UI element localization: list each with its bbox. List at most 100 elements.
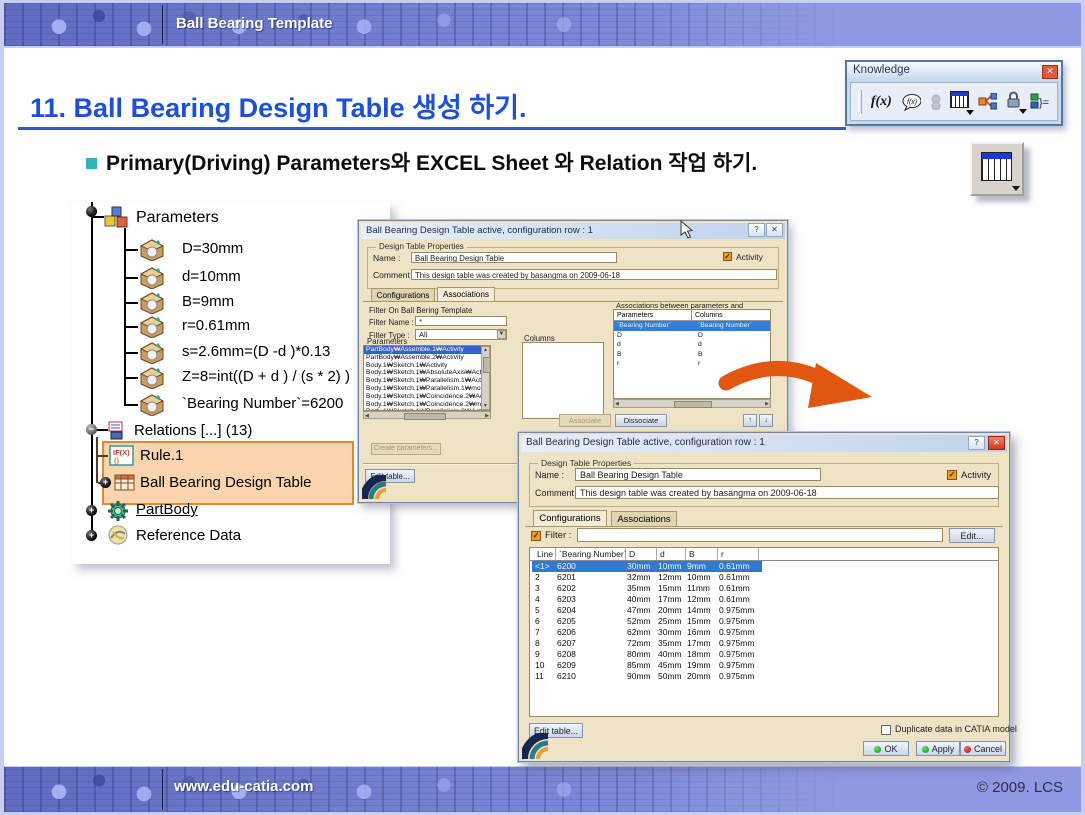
- tree-item-parameters[interactable]: Parameters: [136, 209, 219, 227]
- tab-associations[interactable]: Associations: [611, 511, 677, 526]
- parameter-list-item[interactable]: Body.1₩Sketch.1₩Parallelism.1₩Activity: [364, 377, 481, 385]
- tree-parameter-label[interactable]: `Bearing Number`=6200: [182, 395, 343, 412]
- equivalent-dimensions-icon[interactable]: }=: [1030, 93, 1050, 110]
- apply-button[interactable]: Apply: [916, 741, 960, 756]
- knowledge-toolbar-title[interactable]: Knowledge: [847, 62, 1061, 79]
- tree-parameter-row[interactable]: r=0.61mm: [124, 313, 390, 339]
- tree-parameter-label[interactable]: Z=8=int((D + d ) / (s * 2) ): [182, 368, 350, 385]
- activity-checkbox[interactable]: ✓: [723, 252, 732, 261]
- design-table-expand-handle[interactable]: +: [100, 477, 111, 488]
- horizontal-scrollbar[interactable]: ◀ ▶: [363, 411, 491, 419]
- tree-parameter-label[interactable]: r=0.61mm: [182, 317, 250, 334]
- tree-item-design-table[interactable]: Ball Bearing Design Table: [140, 474, 312, 491]
- table-header-1[interactable]: `Bearing Number`: [556, 548, 626, 560]
- reaction-icon[interactable]: [978, 93, 996, 110]
- parameter-icon[interactable]: [138, 392, 166, 416]
- table-row[interactable]: 5620447mm20mm14mm0.975mm: [532, 605, 762, 616]
- assoc-col-parameters[interactable]: Parameters: [614, 310, 692, 321]
- parameter-icon[interactable]: [138, 237, 166, 261]
- parameter-list-item[interactable]: Body.1₩Sketch.1₩Parallelism.3₩Activity: [364, 408, 481, 410]
- comment-input[interactable]: This design table was created by basangm…: [411, 269, 777, 280]
- parameter-list-item[interactable]: Body.1₩Sketch.1₩AbsoluteAxis₩Activity: [364, 369, 481, 377]
- chevron-down-icon[interactable]: ▼: [497, 330, 506, 339]
- tree-item-reference-data[interactable]: Reference Data: [136, 527, 241, 544]
- tree-parameter-label[interactable]: d=10mm: [182, 268, 241, 285]
- parameter-icon[interactable]: [138, 340, 166, 364]
- table-header-3[interactable]: d: [657, 548, 686, 560]
- reference-expand-handle[interactable]: +: [86, 530, 97, 541]
- relations-collapse-handle[interactable]: −: [86, 424, 97, 435]
- comment-input[interactable]: This design table was created by basangm…: [575, 486, 999, 499]
- filter-checkbox[interactable]: ✓: [531, 531, 541, 541]
- tree-parameter-row[interactable]: d=10mm: [124, 264, 390, 290]
- tree-parameter-label[interactable]: D=30mm: [182, 240, 243, 257]
- toolbar-grip[interactable]: [858, 90, 862, 114]
- parameter-icon[interactable]: [138, 365, 166, 389]
- parameter-icon[interactable]: [138, 314, 166, 338]
- relations-node-icon[interactable]: [107, 420, 131, 440]
- table-row[interactable]: 3620235mm15mm11mm0.61mm: [532, 583, 762, 594]
- tree-parameter-row[interactable]: B=9mm: [124, 289, 390, 315]
- tree-parameter-row[interactable]: D=30mm: [124, 236, 390, 262]
- cancel-button[interactable]: Cancel: [960, 741, 1006, 756]
- tree-parameter-row[interactable]: `Bearing Number`=6200: [124, 391, 390, 417]
- help-icon[interactable]: ?: [968, 436, 985, 450]
- activity-checkbox[interactable]: ✓: [947, 470, 957, 480]
- table-header-4[interactable]: B: [686, 548, 718, 560]
- vertical-scrollbar[interactable]: ▲ ▼: [481, 346, 490, 410]
- tree-parameter-row[interactable]: Z=8=int((D + d ) / (s * 2) ): [124, 364, 390, 390]
- columns-listbox[interactable]: [522, 342, 604, 419]
- dialog1-titlebar[interactable]: Ball Bearing Design Table active, config…: [361, 223, 785, 239]
- table-row[interactable]: 4620340mm17mm12mm0.61mm: [532, 594, 762, 605]
- tree-item-rule[interactable]: Rule.1: [140, 447, 183, 464]
- table-header-0[interactable]: Line: [534, 548, 556, 560]
- table-row[interactable]: 8620772mm35mm17mm0.975mm: [532, 638, 762, 649]
- tab-configurations[interactable]: Configurations: [371, 288, 435, 301]
- table-header-5[interactable]: r: [718, 548, 759, 560]
- design-table-button[interactable]: [970, 142, 1024, 196]
- duplicate-data-checkbox[interactable]: [881, 725, 891, 735]
- parameters-node-icon[interactable]: [102, 204, 130, 230]
- filter-input[interactable]: [577, 528, 943, 542]
- design-table-icon[interactable]: [950, 91, 969, 113]
- parameter-list-item[interactable]: PartBody₩Assemble.1₩Activity: [364, 346, 481, 354]
- tree-parameter-label[interactable]: s=2.6mm=(D -d )*0.13: [182, 343, 330, 360]
- association-row[interactable]: dd: [614, 340, 770, 350]
- assoc-col-columns[interactable]: Columns: [692, 310, 770, 321]
- formula-fx-icon[interactable]: f(x): [871, 94, 892, 110]
- comment-fx-icon[interactable]: f(x): [901, 93, 921, 111]
- tree-parameter-row[interactable]: s=2.6mm=(D -d )*0.13: [124, 339, 390, 365]
- partbody-expand-handle[interactable]: +: [86, 505, 97, 516]
- tree-parameter-label[interactable]: B=9mm: [182, 293, 234, 310]
- tab-associations[interactable]: Associations: [437, 287, 495, 301]
- tab-configurations[interactable]: Configurations: [533, 510, 607, 526]
- table-row[interactable]: 2620132mm12mm10mm0.61mm: [532, 572, 762, 583]
- parameter-list-item[interactable]: Body.1₩Sketch.1₩Coincidence.2₩mode: [364, 401, 481, 409]
- parameter-icon[interactable]: [138, 265, 166, 289]
- dissociate-button[interactable]: Dissociate: [615, 414, 667, 427]
- edit-filter-button[interactable]: Edit...: [949, 528, 995, 543]
- name-input[interactable]: Ball Bearing Design Table: [575, 468, 821, 481]
- rule-node-icon[interactable]: IF(X) (): [109, 445, 134, 466]
- association-row[interactable]: DD: [614, 331, 770, 341]
- lock-icon[interactable]: [1006, 91, 1021, 113]
- partbody-node-icon[interactable]: [105, 499, 131, 523]
- association-row[interactable]: `Bearing Number``Bearing Number`: [614, 321, 770, 331]
- design-table-node-icon[interactable]: [114, 473, 135, 492]
- dialog2-titlebar[interactable]: Ball Bearing Design Table active, config…: [521, 435, 1007, 452]
- filter-name-input[interactable]: *: [415, 316, 507, 326]
- parameter-list-item[interactable]: Body.1₩Sketch.1₩Parallelism.1₩mode: [364, 385, 481, 393]
- tree-item-partbody[interactable]: PartBody: [136, 501, 198, 518]
- table-row[interactable]: <1>620030mm10mm9mm0.61mm: [532, 561, 762, 572]
- parameter-list-item[interactable]: Body.1₩Sketch.1₩Coincidence.2₩Activity: [364, 393, 481, 401]
- name-input[interactable]: Ball Bearing Design Table: [411, 252, 617, 263]
- table-row[interactable]: 7620662mm30mm16mm0.975mm: [532, 627, 762, 638]
- tree-item-relations[interactable]: Relations [...] (13): [134, 422, 252, 439]
- table-row[interactable]: 11621090mm50mm20mm0.975mm: [532, 671, 762, 682]
- parameter-list-item[interactable]: PartBody₩Assemble.2₩Activity: [364, 354, 481, 362]
- table-row[interactable]: 9620880mm40mm18mm0.975mm: [532, 649, 762, 660]
- close-icon[interactable]: ✕: [988, 436, 1005, 450]
- table-row[interactable]: 6620552mm25mm15mm0.975mm: [532, 616, 762, 627]
- close-icon[interactable]: ✕: [766, 223, 783, 237]
- close-icon[interactable]: ✕: [1042, 65, 1058, 79]
